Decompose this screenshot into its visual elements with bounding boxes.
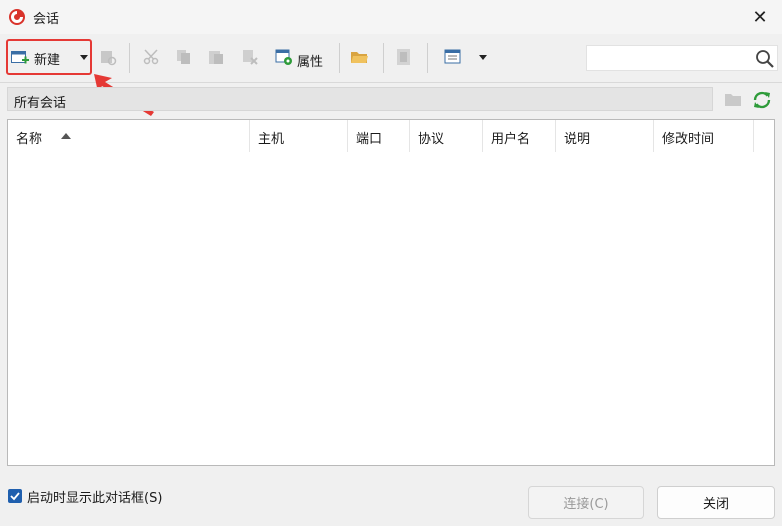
column-header-label: 端口	[356, 132, 383, 147]
path-label: 所有会话	[14, 96, 67, 111]
delete-icon[interactable]	[241, 48, 259, 66]
startup-checkbox[interactable]	[8, 489, 22, 503]
properties-icon	[275, 49, 292, 65]
app-logo-icon	[9, 9, 25, 25]
open-folder-icon[interactable]	[350, 48, 368, 66]
connect-button[interactable]: 连接(C)	[528, 486, 644, 519]
column-header-label: 主机	[258, 132, 285, 147]
view-icon[interactable]	[444, 48, 462, 66]
sort-ascending-icon	[61, 133, 71, 139]
refresh-icon[interactable]	[751, 89, 773, 111]
column-header-label: 名称	[16, 132, 43, 147]
column-header-label: 修改时间	[662, 132, 715, 147]
properties-label: 属性	[297, 55, 324, 70]
toolbar-separator	[339, 43, 340, 73]
copy-icon[interactable]	[175, 48, 193, 66]
new-session-label: 新建	[34, 53, 61, 68]
toolbar-separator	[427, 43, 428, 73]
column-header-label: 协议	[418, 132, 445, 147]
window-title: 会话	[33, 12, 60, 27]
session-manager-icon[interactable]	[99, 48, 117, 66]
title-bar: 会话 ✕	[0, 0, 782, 34]
column-header-description[interactable]: 说明	[556, 120, 654, 152]
toolbar-separator	[129, 43, 130, 73]
column-header-label: 说明	[564, 132, 591, 147]
folder-icon[interactable]	[724, 91, 742, 107]
new-session-icon	[11, 51, 29, 64]
export-icon[interactable]	[395, 48, 413, 66]
cut-icon[interactable]	[143, 48, 161, 66]
dropdown-arrow-icon[interactable]	[80, 55, 88, 60]
column-header-port[interactable]: 端口	[348, 120, 410, 152]
list-header: 名称 主机 端口 协议 用户名 说明 修改时间	[8, 120, 774, 152]
column-header-host[interactable]: 主机	[250, 120, 348, 152]
checkmark-icon	[10, 492, 20, 501]
close-button[interactable]: 关闭	[657, 486, 775, 519]
search-input[interactable]	[591, 49, 755, 69]
search-box[interactable]	[586, 45, 778, 71]
close-icon: ✕	[752, 6, 768, 28]
search-icon[interactable]	[755, 49, 775, 69]
view-dropdown-arrow-icon[interactable]	[479, 55, 487, 60]
session-path-bar: 所有会话	[7, 87, 713, 111]
toolbar-separator	[383, 43, 384, 73]
column-header-name[interactable]: 名称	[8, 120, 250, 152]
close-window-button[interactable]: ✕	[738, 0, 782, 34]
session-list[interactable]: 名称 主机 端口 协议 用户名 说明 修改时间	[7, 119, 775, 466]
column-header-username[interactable]: 用户名	[483, 120, 556, 152]
column-header-protocol[interactable]: 协议	[410, 120, 483, 152]
new-session-button[interactable]: 新建	[6, 39, 92, 75]
column-header-modified-time[interactable]: 修改时间	[654, 120, 754, 152]
startup-checkbox-label[interactable]: 启动时显示此对话框(S)	[27, 487, 162, 506]
column-header-label: 用户名	[491, 132, 531, 147]
paste-icon[interactable]	[207, 48, 225, 66]
